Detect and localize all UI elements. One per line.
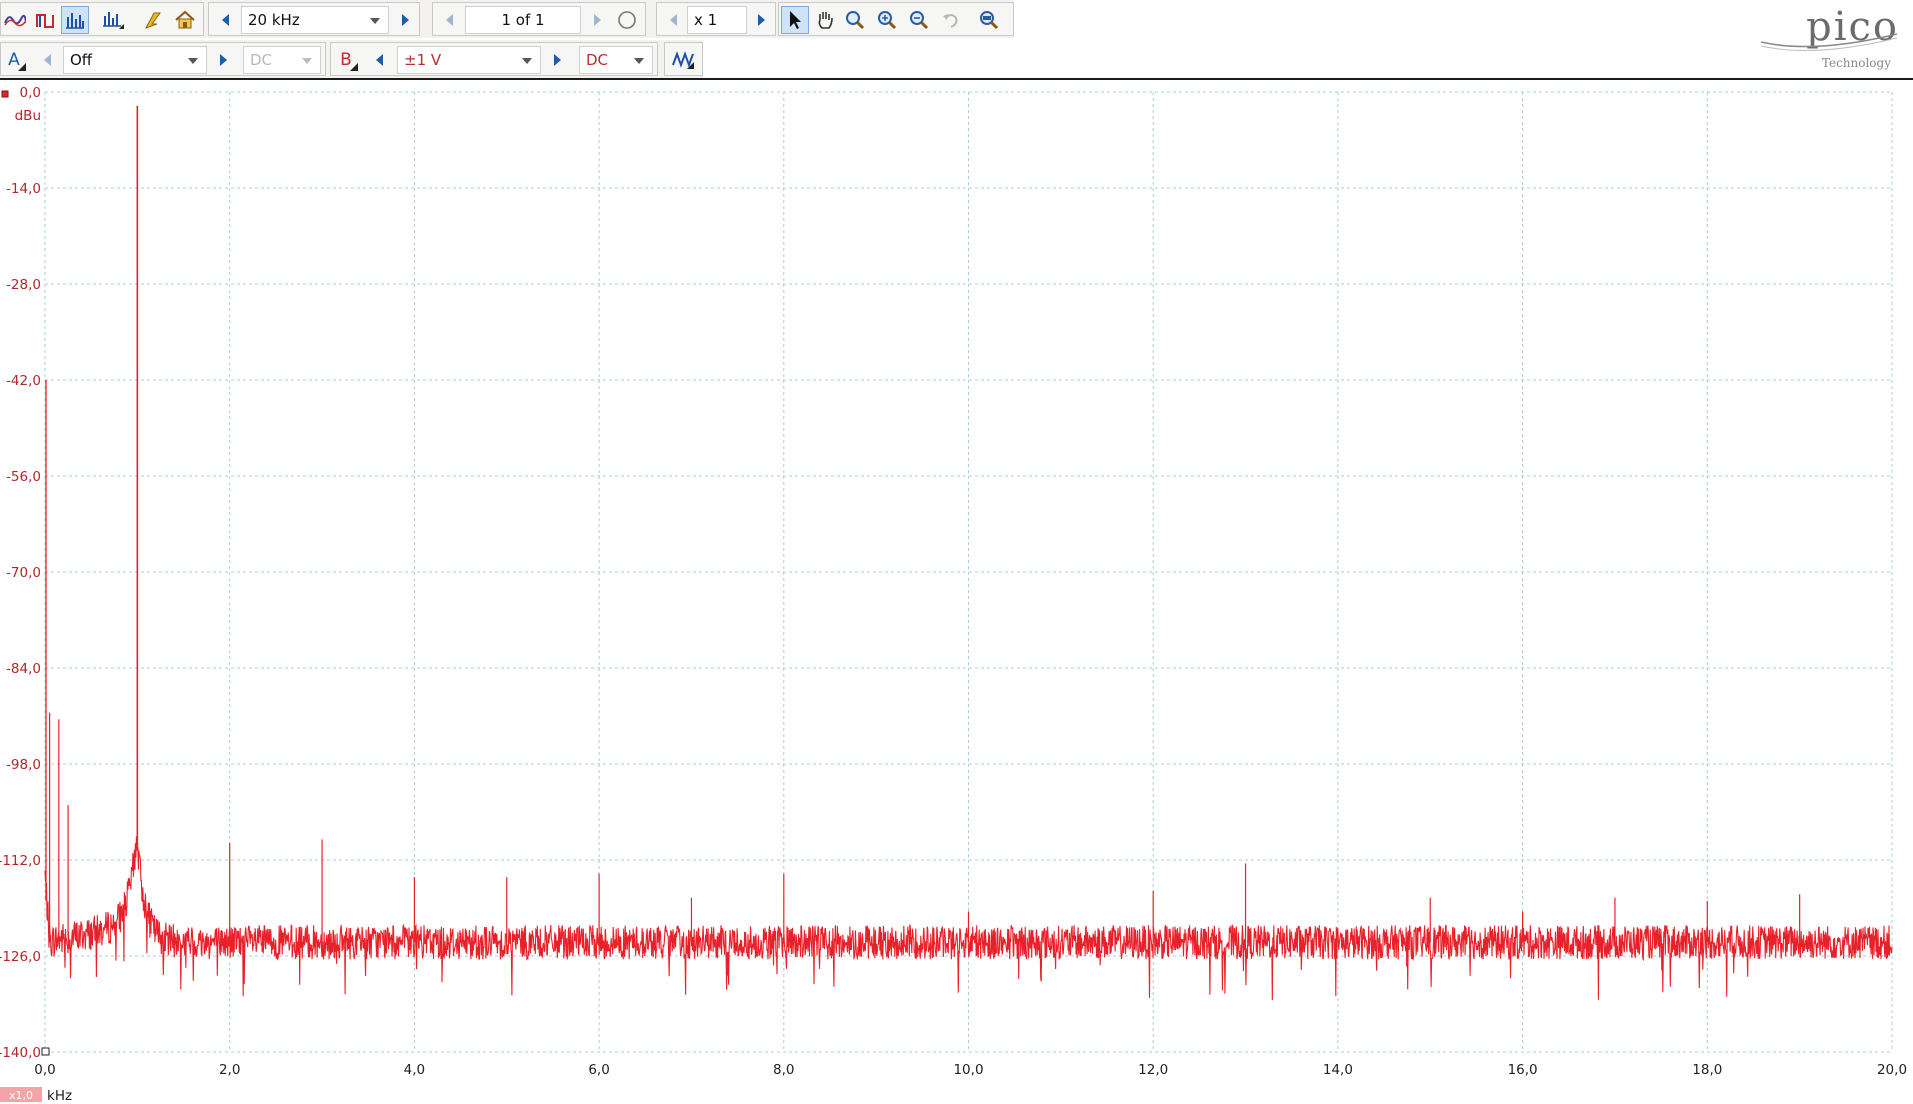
scope-mode-icon[interactable] [1, 6, 29, 34]
channel-b-button[interactable]: B [333, 46, 359, 74]
channel-options-group [664, 42, 703, 76]
channel-b-range-next-button[interactable] [543, 46, 571, 74]
spectrum-mode-icon[interactable] [61, 6, 89, 34]
page-field[interactable]: 1 of 1 [465, 6, 581, 34]
origin-marker [41, 1047, 50, 1056]
spectrum-chart[interactable]: 0,0 -14,0 -28,0 -42,0 -56,0 -70,0 -84,0 -98,0 -1… [0, 80, 1913, 1102]
zoom-factor-value: x 1 [694, 11, 718, 29]
page-prev-button[interactable] [435, 6, 463, 34]
page-navigator: 1 of 1 [432, 2, 646, 36]
zoom-factor-control: x 1 [656, 2, 776, 36]
channel-b-coupling-value: DC [586, 51, 609, 69]
undo-zoom-icon[interactable] [937, 6, 965, 34]
chevron-down-icon [522, 58, 532, 64]
channel-b-coupling-select[interactable]: DC [579, 46, 653, 74]
timebase-value: 20 kHz [248, 11, 300, 29]
y-tick-label: -42,0 [6, 373, 41, 389]
timebase-next-button[interactable] [391, 6, 419, 34]
timebase-prev-button[interactable] [211, 6, 239, 34]
pico-logo: pico Technology [1755, 4, 1905, 72]
channel-a-coupling-select[interactable]: DC [243, 46, 321, 74]
x-tick-label: 12,0 [1138, 1062, 1168, 1078]
channel-a-range-value: Off [70, 51, 93, 69]
spectrum-options-icon[interactable] [99, 6, 127, 34]
zoom-in-icon[interactable] [873, 6, 901, 34]
y-tick-label: -126,0 [0, 949, 41, 965]
channel-a-button[interactable]: A [1, 46, 27, 74]
x-tick-label: 0,0 [34, 1062, 55, 1078]
y-axis-unit-label: dBu [15, 108, 41, 124]
channel-b-range-value: ±1 V [404, 51, 442, 69]
zoom-out-icon[interactable] [905, 6, 933, 34]
x-tick-label: 10,0 [953, 1062, 983, 1078]
channel-toolbar: A Off DC B ±1 V DC [0, 40, 703, 78]
persistence-mode-icon[interactable] [31, 6, 59, 34]
zoom-factor-field[interactable]: x 1 [687, 6, 747, 34]
y-tick-label: -140,0 [0, 1045, 41, 1061]
channel-b-range-prev-button[interactable] [365, 46, 393, 74]
x-tick-label: 20,0 [1877, 1062, 1907, 1078]
mode-button-group [0, 2, 204, 36]
signal-generator-icon[interactable] [669, 46, 697, 74]
main-toolbar: 20 kHz 1 of 1 x 1 [0, 0, 1014, 38]
pointer-icon[interactable] [781, 6, 809, 34]
channel-b-axis-marker [1, 90, 9, 98]
timebase-control: 20 kHz [208, 2, 420, 36]
x-tick-label: 8,0 [773, 1062, 794, 1078]
zoom-factor-prev-button[interactable] [659, 6, 687, 34]
channel-a-coupling-value: DC [250, 51, 273, 69]
x-tick-label: 16,0 [1508, 1062, 1538, 1078]
channel-a-range-prev-button[interactable] [33, 46, 61, 74]
spectrum-view[interactable]: 0,0 -14,0 -28,0 -42,0 -56,0 -70,0 -84,0 -98,0 -1… [0, 78, 1913, 1102]
scale-badge-label: x1,0 [9, 1089, 33, 1102]
zoom-overview-icon[interactable] [975, 6, 1003, 34]
chevron-down-icon [370, 18, 380, 24]
trigger-icon[interactable] [139, 6, 167, 34]
zoom-icon[interactable] [841, 6, 869, 34]
y-tick-label: -98,0 [6, 757, 41, 773]
x-tick-label: 4,0 [404, 1062, 425, 1078]
chevron-down-icon [302, 58, 312, 64]
tool-button-group [778, 2, 1014, 36]
compass-icon[interactable] [613, 6, 641, 34]
timebase-select[interactable]: 20 kHz [241, 6, 389, 34]
home-icon[interactable] [171, 6, 199, 34]
page-next-button[interactable] [583, 6, 611, 34]
chevron-down-icon [188, 58, 198, 64]
y-tick-label: -112,0 [0, 853, 41, 869]
x-axis-unit-label: kHz [47, 1088, 72, 1102]
y-tick-label: -84,0 [6, 661, 41, 677]
zoom-factor-next-button[interactable] [747, 6, 775, 34]
channel-b-range-select[interactable]: ±1 V [397, 46, 541, 74]
y-tick-label: -14,0 [6, 181, 41, 197]
x-tick-label: 6,0 [588, 1062, 609, 1078]
toolbar-blank-area [703, 40, 1014, 78]
channel-a-controls: A Off DC [0, 42, 326, 76]
y-tick-label: 0,0 [20, 85, 41, 101]
chevron-down-icon [634, 58, 644, 64]
y-tick-label: -70,0 [6, 565, 41, 581]
logo-subtitle: Technology [1821, 56, 1891, 70]
channel-b-controls: B ±1 V DC [330, 42, 658, 76]
hand-pan-icon[interactable] [811, 6, 839, 34]
channel-a-range-select[interactable]: Off [63, 46, 207, 74]
channel-a-range-next-button[interactable] [209, 46, 237, 74]
y-tick-label: -56,0 [6, 469, 41, 485]
x-tick-label: 18,0 [1692, 1062, 1722, 1078]
x-tick-label: 2,0 [219, 1062, 240, 1078]
x-tick-label: 14,0 [1323, 1062, 1353, 1078]
y-tick-label: -28,0 [6, 277, 41, 293]
page-value: 1 of 1 [501, 11, 545, 29]
